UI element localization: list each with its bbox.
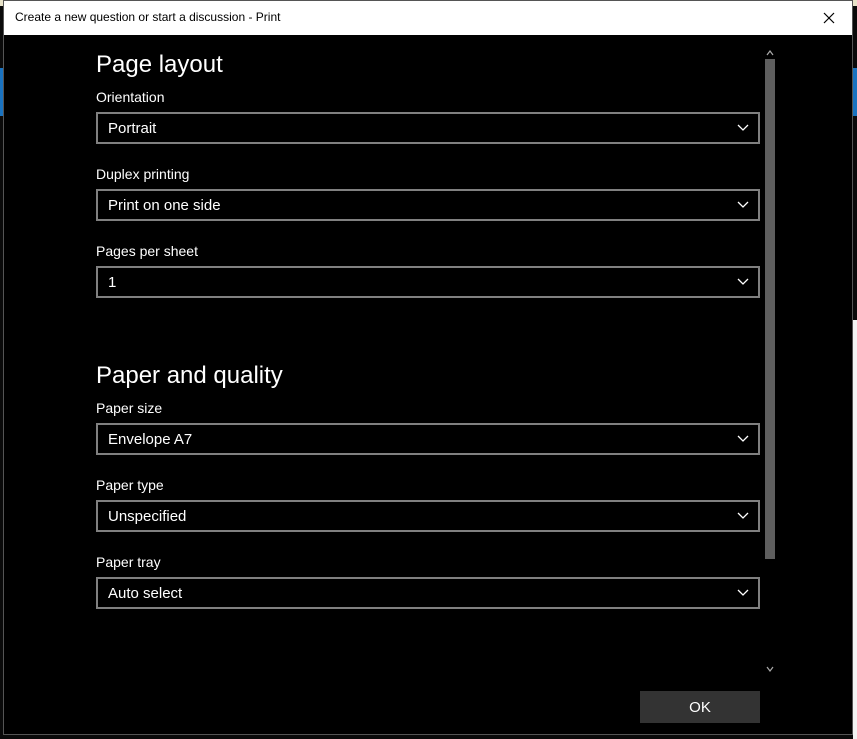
- chevron-down-icon: [737, 512, 749, 519]
- duplex-select[interactable]: Print on one side: [96, 189, 760, 221]
- window-title: Create a new question or start a discuss…: [15, 10, 281, 24]
- paper-type-value: Unspecified: [108, 508, 187, 525]
- chevron-down-icon: [766, 666, 774, 672]
- paper-size-select[interactable]: Envelope A7: [96, 423, 760, 455]
- duplex-label: Duplex printing: [96, 166, 190, 182]
- background-app-strip-right: [853, 68, 857, 116]
- chevron-up-icon: [766, 50, 774, 56]
- chevron-down-icon: [737, 435, 749, 442]
- duplex-value: Print on one side: [108, 197, 221, 214]
- pages-per-sheet-value: 1: [108, 274, 117, 291]
- background-app-panel-right: [853, 320, 857, 739]
- chevron-down-icon: [737, 278, 749, 285]
- scroll-thumb[interactable]: [765, 59, 775, 559]
- options-scrollbar[interactable]: [764, 47, 776, 675]
- paper-size-value: Envelope A7: [108, 431, 193, 448]
- paper-tray-label: Paper tray: [96, 554, 161, 570]
- scroll-up-button[interactable]: [764, 47, 776, 59]
- paper-type-label: Paper type: [96, 477, 164, 493]
- paper-tray-value: Auto select: [108, 585, 183, 602]
- print-dialog: Create a new question or start a discuss…: [3, 0, 853, 735]
- ok-button[interactable]: OK: [640, 691, 760, 723]
- close-icon: [823, 12, 835, 24]
- chevron-down-icon: [737, 589, 749, 596]
- paper-quality-heading: Paper and quality: [96, 362, 283, 389]
- paper-size-label: Paper size: [96, 400, 163, 416]
- orientation-select[interactable]: Portrait: [96, 112, 760, 144]
- page-layout-heading: Page layout: [96, 51, 223, 78]
- scroll-down-button[interactable]: [764, 663, 776, 675]
- paper-type-select[interactable]: Unspecified: [96, 500, 760, 532]
- pages-per-sheet-label: Pages per sheet: [96, 243, 198, 259]
- chevron-down-icon: [737, 124, 749, 131]
- close-button[interactable]: [806, 1, 852, 35]
- chevron-down-icon: [737, 201, 749, 208]
- paper-tray-select[interactable]: Auto select: [96, 577, 760, 609]
- orientation-label: Orientation: [96, 89, 165, 105]
- orientation-value: Portrait: [108, 120, 157, 137]
- pages-per-sheet-select[interactable]: 1: [96, 266, 760, 298]
- print-options-panel: Page layout Orientation Portrait Duplex …: [4, 35, 852, 734]
- title-bar[interactable]: Create a new question or start a discuss…: [4, 1, 852, 35]
